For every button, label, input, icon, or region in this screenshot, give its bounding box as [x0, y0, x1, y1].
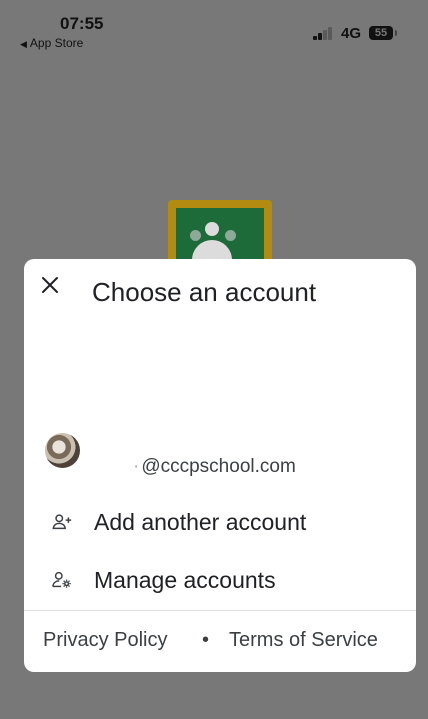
add-account-label: Add another account — [94, 509, 307, 535]
manage-accounts-icon — [51, 569, 73, 591]
footer-separator: • — [202, 629, 210, 651]
avatar — [45, 433, 80, 468]
account-email: · @cccpschool.com — [133, 456, 296, 477]
close-icon — [42, 277, 58, 293]
divider — [24, 610, 416, 611]
back-to-app-store[interactable]: ◀ App Store — [20, 36, 83, 50]
back-app-label: App Store — [29, 36, 84, 50]
signal-strength-icon — [313, 26, 335, 40]
status-time: 07:55 — [60, 14, 104, 33]
manage-accounts-label: Manage accounts — [94, 567, 276, 593]
add-another-account-button[interactable]: Add another account — [24, 501, 416, 545]
close-button[interactable] — [38, 273, 62, 297]
person-add-icon — [51, 511, 73, 533]
status-bar: 07:55 ◀ App Store 4G 55 — [0, 0, 428, 56]
dialog-footer: Privacy Policy • Terms of Service — [24, 629, 416, 659]
battery-icon: 55 — [369, 26, 397, 40]
back-arrow-icon: ◀ — [20, 39, 27, 49]
choose-account-dialog: Choose an account · @cccpschool.com Add a… — [24, 259, 416, 672]
account-item[interactable]: · @cccpschool.com — [24, 429, 416, 477]
privacy-policy-link[interactable]: Privacy Policy — [43, 629, 167, 652]
terms-of-service-link[interactable]: Terms of Service — [229, 629, 378, 652]
manage-accounts-button[interactable]: Manage accounts — [24, 559, 416, 603]
dialog-title: Choose an account — [92, 277, 317, 307]
network-type: 4G — [341, 25, 362, 42]
